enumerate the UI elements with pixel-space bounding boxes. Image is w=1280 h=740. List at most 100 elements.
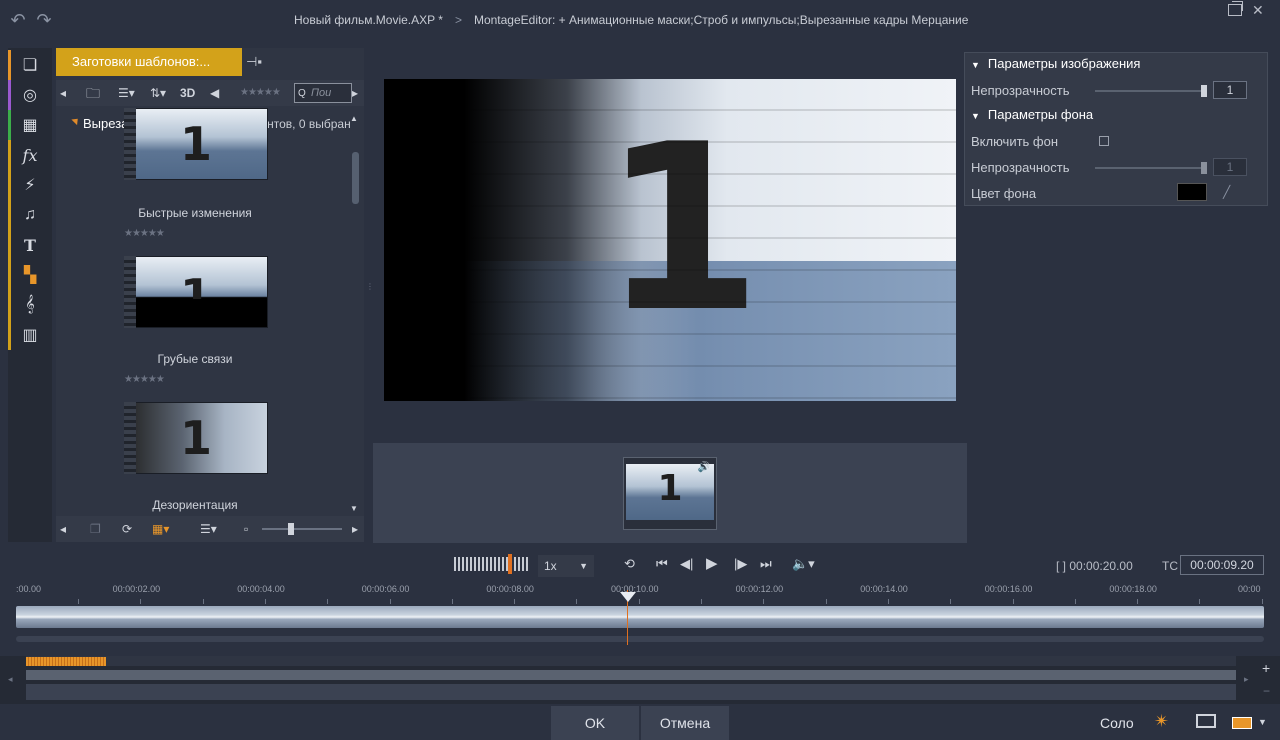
refresh-icon[interactable]: ⟳ — [122, 520, 132, 538]
scroll-left-icon[interactable]: ◂ — [8, 674, 13, 685]
opacity-field[interactable]: 1 — [1213, 81, 1247, 99]
timeline-ruler[interactable]: :00.00 00:00:02.00 00:00:04.00 00:00:06.00 0… — [8, 580, 1272, 606]
montage-templates-icon[interactable]: ▚ — [8, 261, 52, 289]
library-bottom-toolbar: ◂ ❐ ⟳ ▦▾ ☰▾ ▫ ▸ — [56, 516, 364, 542]
nav-forward-icon[interactable]: ▸ — [352, 520, 358, 538]
effects-icon[interactable]: fx — [8, 141, 52, 169]
collapse-triangle-icon[interactable] — [71, 115, 81, 126]
nav-back-icon[interactable]: ◂ — [60, 84, 66, 102]
music-icon[interactable]: ♫ — [8, 201, 52, 229]
opacity-slider[interactable] — [1095, 85, 1207, 97]
nav-forward-icon[interactable]: ▸ — [352, 84, 358, 102]
view-3d-button[interactable]: 3D — [180, 84, 195, 102]
titles-icon[interactable]: T — [8, 231, 52, 259]
image-params-header[interactable]: ▼ Параметры изображения — [971, 56, 1140, 71]
solo-toggle[interactable]: Соло — [1100, 715, 1134, 731]
keyframe-range[interactable] — [26, 657, 106, 666]
copy-icon[interactable]: ❐ — [90, 520, 101, 538]
ok-button[interactable]: OK — [551, 706, 639, 740]
zoom-out-icon[interactable]: − — [1263, 684, 1270, 698]
step-back-icon[interactable]: ◀| — [680, 556, 693, 572]
keyframe-lane[interactable] — [26, 670, 1236, 680]
keyframe-lane[interactable] — [26, 656, 1236, 666]
transitions-icon[interactable]: ▦ — [8, 111, 52, 139]
pin-icon[interactable]: ⊣▪ — [246, 54, 262, 70]
ruler-tick — [1261, 599, 1263, 604]
pipette-icon[interactable]: ╱ — [1223, 185, 1230, 199]
restore-window-icon[interactable] — [1228, 1, 1243, 16]
bg-color-swatch[interactable] — [1177, 183, 1207, 201]
ruler-label: 00:00:06.00 — [361, 584, 410, 594]
speed-select[interactable]: 1x ▼ — [538, 555, 594, 577]
timeline-scrollbar[interactable] — [16, 636, 1264, 642]
editor-title: MontageEditor: + Анимационные маски;Стро… — [473, 13, 969, 27]
library-item[interactable]: 1 Быстрые изменения ★★★★★ — [120, 108, 270, 242]
folder-icon[interactable]: 🗀 — [86, 84, 100, 102]
bg-opacity-field[interactable]: 1 — [1213, 158, 1247, 176]
collapse-arrow-icon[interactable]: ▼ — [971, 60, 980, 70]
redo-icon[interactable]: ↷ — [34, 10, 54, 30]
collapse-arrow-icon[interactable]: ▼ — [971, 111, 980, 121]
grid-view-icon[interactable]: ▦▾ — [152, 520, 169, 538]
chevron-down-icon[interactable]: ▼ — [1258, 717, 1267, 727]
volume-icon[interactable]: 🔈▾ — [792, 556, 815, 572]
sound-effects-icon[interactable]: ▥ — [8, 321, 52, 349]
sort-icon[interactable]: ⇅▾ — [150, 84, 166, 102]
shuttle-control[interactable] — [454, 554, 530, 574]
clip-thumbnail[interactable]: 1 🔊 — [623, 457, 717, 530]
nav-back-icon[interactable]: ◂ — [60, 520, 66, 538]
montage-icon[interactable]: ⚡ — [8, 171, 52, 199]
export-icon[interactable] — [1196, 714, 1216, 728]
slider-knob[interactable] — [288, 523, 294, 535]
loop-icon[interactable]: ⟲ — [624, 556, 635, 572]
splitter-handle[interactable]: ⋮ — [366, 283, 374, 291]
timeline-track[interactable] — [16, 606, 1264, 628]
slider-knob[interactable] — [1201, 85, 1207, 97]
item-thumbnail: 1 — [124, 256, 268, 328]
scorefitter-icon[interactable]: 𝄞 — [8, 291, 52, 319]
zoom-in-icon[interactable]: + — [1262, 660, 1270, 676]
library-item[interactable]: 1 Грубые связи ★★★★★ — [120, 256, 270, 396]
ruler-label: 00:00:08.00 — [486, 584, 534, 594]
timecode-field[interactable]: 00:00:09.20 — [1180, 555, 1264, 575]
slider-knob[interactable] — [1201, 162, 1207, 174]
library-tab[interactable]: Заготовки шаблонов:... — [56, 48, 242, 76]
ruler-tick — [576, 599, 578, 604]
item-rating[interactable]: ★★★★★ — [124, 228, 165, 239]
thumbnail-size-slider[interactable] — [262, 523, 342, 535]
cancel-button[interactable]: Отмена — [641, 706, 729, 740]
project-name[interactable]: Новый фильм.Movie.AXP * — [294, 13, 443, 27]
go-to-end-icon[interactable]: ⏭ — [760, 556, 772, 572]
library-scrollbar[interactable]: ▲ ▼ — [350, 110, 362, 513]
aspect-icon[interactable] — [1232, 717, 1252, 729]
crosshair-icon[interactable]: ✴ — [1154, 711, 1169, 732]
media-icon[interactable]: ◎ — [8, 81, 52, 109]
play-icon[interactable]: ▶ — [706, 554, 718, 572]
undo-icon[interactable]: ↶ — [8, 10, 28, 30]
close-icon[interactable]: ✕ — [1252, 2, 1264, 19]
go-to-start-icon[interactable]: ⏮ — [656, 556, 668, 572]
scroll-up-icon[interactable]: ▲ — [350, 110, 358, 128]
scroll-thumb[interactable] — [352, 152, 359, 204]
step-forward-icon[interactable]: |▶ — [734, 556, 747, 572]
playhead-marker[interactable] — [620, 592, 636, 602]
library-item[interactable]: 1 Дезориентация — [120, 402, 270, 512]
keyframe-lane[interactable] — [26, 684, 1236, 700]
bg-opacity-slider[interactable] — [1095, 162, 1207, 174]
bg-params-header[interactable]: ▼ Параметры фона — [971, 107, 1093, 122]
item-rating[interactable]: ★★★★★ — [124, 374, 165, 385]
search-icon[interactable]: Q — [298, 85, 306, 103]
rating-filter[interactable]: ★★★★★ — [240, 84, 281, 102]
enable-bg-checkbox[interactable] — [1099, 136, 1109, 146]
list-view-icon[interactable]: ☰▾ — [200, 520, 217, 538]
projects-bin-icon[interactable]: ❏ — [8, 51, 52, 79]
shuttle-knob[interactable] — [508, 554, 512, 574]
small-size-icon[interactable]: ▫ — [244, 520, 248, 538]
ruler-label: 00:00:12.00 — [735, 584, 784, 594]
scroll-right-icon[interactable]: ▸ — [1244, 674, 1249, 685]
ruler-label: 00:00:18.00 — [1109, 584, 1157, 594]
enable-bg-label: Включить фон — [971, 134, 1059, 149]
list-view-icon[interactable]: ☰▾ — [118, 84, 135, 102]
tag-icon[interactable]: ◀ — [210, 84, 219, 102]
item-label: Быстрые изменения — [138, 206, 252, 220]
